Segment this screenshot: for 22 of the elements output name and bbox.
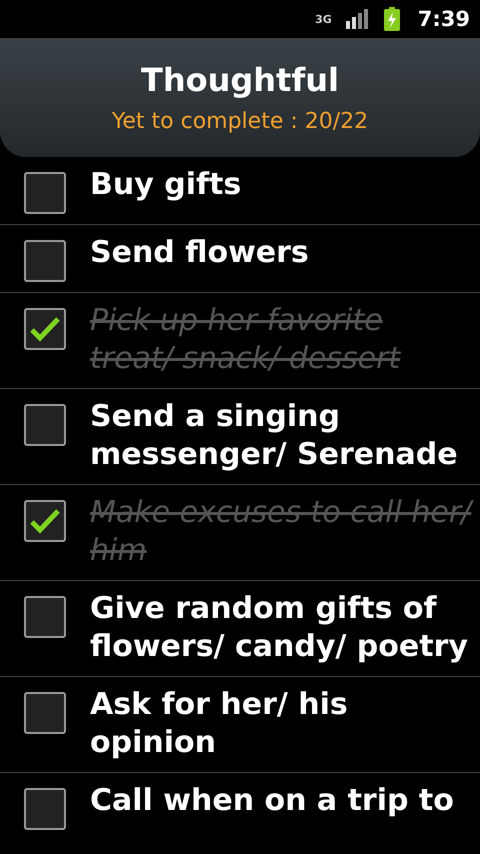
task-label[interactable]: Send flowers [90,234,309,272]
network-type-label: 3G [315,12,332,26]
checkbox[interactable] [24,308,66,350]
checkbox[interactable] [24,692,66,734]
checkbox[interactable] [24,788,66,830]
checkbox[interactable] [24,172,66,214]
task-label[interactable]: Call when on a trip to [90,782,454,820]
signal-icon [346,9,370,29]
app-title: Thoughtful [140,61,340,99]
checkmark-icon [30,508,60,534]
task-label[interactable]: Buy gifts [90,166,242,204]
clock-time: 7:39 [418,7,470,31]
checkbox[interactable] [24,596,66,638]
checkbox[interactable] [24,404,66,446]
task-label[interactable]: Give random gifts of flowers/ candy/ poetry [90,590,474,666]
task-label[interactable]: Send a singing messenger/ Serenade [90,398,474,474]
progress-text: Yet to complete : 20/22 [112,109,368,134]
checkbox[interactable] [24,240,66,282]
checkbox[interactable] [24,500,66,542]
checkmark-icon [30,316,60,342]
task-label[interactable]: Ask for her/ his opinion [90,686,474,762]
battery-charging-icon [384,7,400,31]
